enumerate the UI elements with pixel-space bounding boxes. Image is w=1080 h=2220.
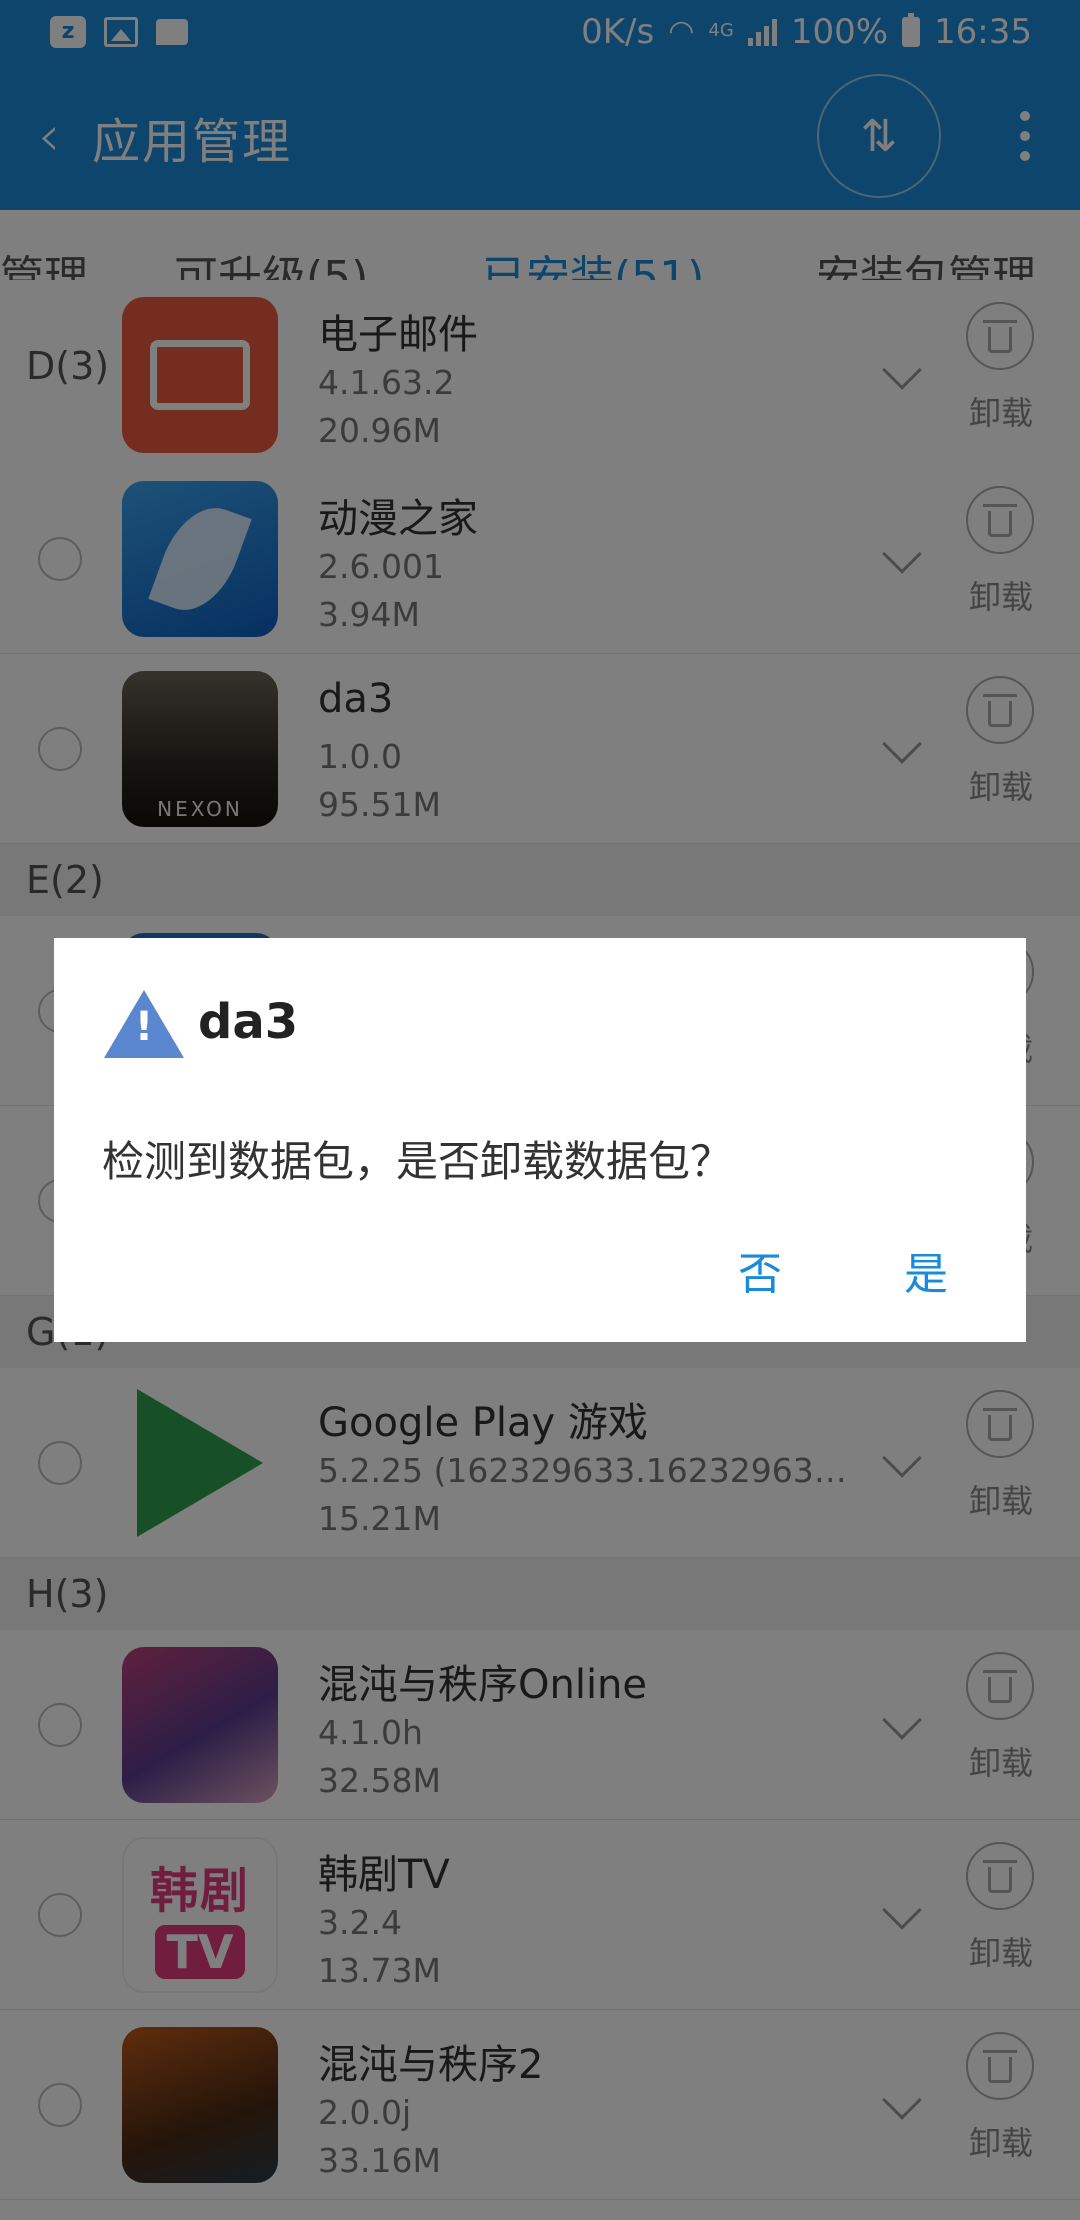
yes-button[interactable]: 是 [884,1228,968,1312]
uninstall-data-dialog: ! da3 检测到数据包，是否卸载数据包？ 否 是 [54,938,1026,1342]
no-button[interactable]: 否 [718,1228,802,1312]
dialog-title: da3 [198,994,299,1050]
dialog-message: 检测到数据包，是否卸载数据包？ [102,1137,733,1186]
warning-icon: ! [104,990,184,1060]
